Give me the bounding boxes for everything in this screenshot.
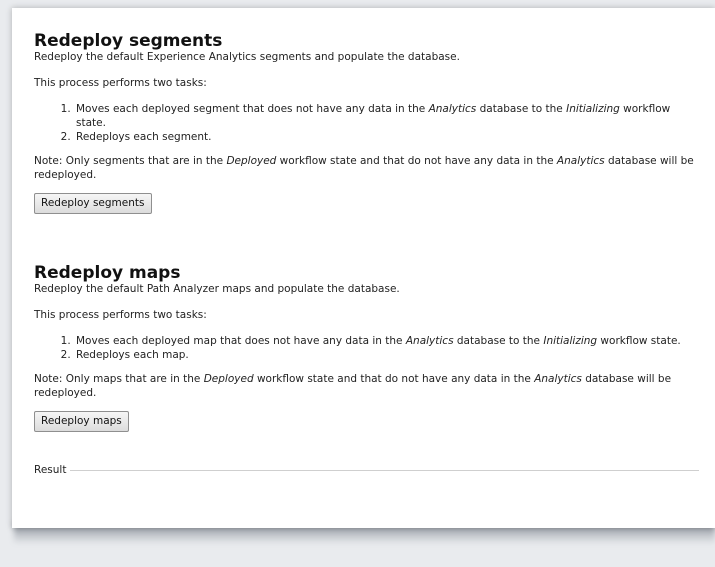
maps-note: Note: Only maps that are in the Deployed… xyxy=(34,373,672,399)
segments-intro: This process performs two tasks: xyxy=(34,77,207,89)
result-divider xyxy=(70,469,699,471)
maps-intro: This process performs two tasks: xyxy=(34,309,207,321)
maps-step-1: Moves each deployed map that does not ha… xyxy=(74,334,699,348)
result-group: Result xyxy=(34,463,699,477)
segments-section: Redeploy segments Redeploy the default E… xyxy=(34,31,699,214)
maps-subtitle: Redeploy the default Path Analyzer maps … xyxy=(34,283,400,295)
redeploy-segments-button[interactable]: Redeploy segments xyxy=(34,193,152,214)
maps-steps: Moves each deployed map that does not ha… xyxy=(34,334,699,362)
segments-step-1: Moves each deployed segment that does no… xyxy=(74,102,699,130)
maps-step-2: Redeploys each map. xyxy=(74,348,699,362)
segments-heading: Redeploy segments xyxy=(34,31,223,51)
maps-section: Redeploy maps Redeploy the default Path … xyxy=(34,263,699,432)
redeploy-maps-button[interactable]: Redeploy maps xyxy=(34,411,129,432)
segments-steps: Moves each deployed segment that does no… xyxy=(34,102,699,144)
result-label: Result xyxy=(34,464,67,476)
segments-step-2: Redeploys each segment. xyxy=(74,130,699,144)
segments-subtitle: Redeploy the default Experience Analytic… xyxy=(34,51,460,63)
maps-heading: Redeploy maps xyxy=(34,263,181,283)
segments-note: Note: Only segments that are in the Depl… xyxy=(34,155,694,181)
redeploy-panel: Redeploy segments Redeploy the default E… xyxy=(12,8,715,528)
